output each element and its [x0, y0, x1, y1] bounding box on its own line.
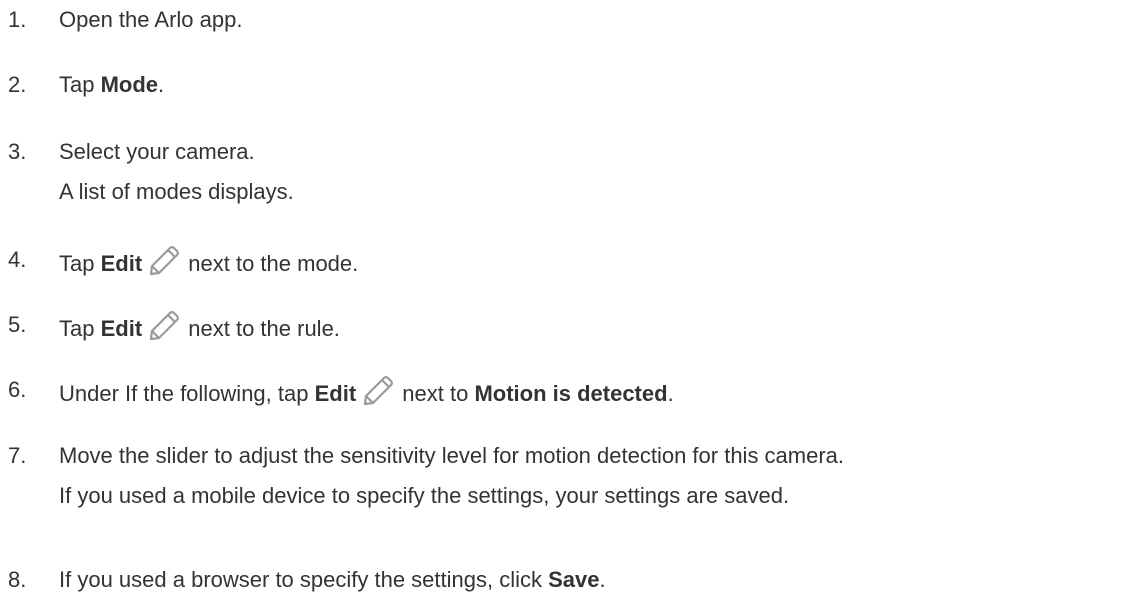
step-number: 5. — [8, 312, 27, 337]
ui-term-save: Save — [548, 567, 600, 592]
step-text-segment: Tap — [59, 316, 101, 341]
pencil-edit-icon — [360, 375, 394, 407]
step-text-segment: next to the rule. — [182, 316, 340, 341]
step-number: 4. — [8, 247, 27, 272]
step-text-segment: A list of modes displays. — [59, 179, 294, 204]
step-text: Select your camera. A list of modes disp… — [59, 137, 294, 207]
step-text-segment: next to — [396, 381, 475, 406]
step-line: Open the Arlo app. — [59, 5, 242, 35]
step-line: Tap Mode. — [59, 70, 164, 100]
ui-term-mode: Mode — [100, 72, 159, 97]
step-number: 2. — [8, 72, 27, 97]
ui-term-edit: Edit — [100, 316, 143, 341]
step-text-segment: Move the slider to adjust the sensitivit… — [59, 443, 845, 468]
step-text: Tap Edit next to the mode. — [59, 245, 358, 279]
step-line: Select your camera. — [59, 137, 294, 167]
step-text: Move the slider to adjust the sensitivit… — [59, 441, 844, 511]
step-line: Tap Edit next to the rule. — [59, 310, 340, 344]
step-text: Open the Arlo app. — [59, 5, 242, 35]
step-line: If you used a browser to specify the set… — [59, 565, 606, 595]
ui-term-motion-is-detected: Motion is detected — [474, 381, 668, 406]
step-line: Under If the following, tap Edit next to… — [59, 375, 674, 409]
step-result-line: If you used a mobile device to specify t… — [59, 481, 844, 511]
pencil-edit-icon — [146, 245, 180, 277]
step-text-segment: . — [599, 567, 606, 592]
step-number: 6. — [8, 377, 27, 402]
ui-term-edit: Edit — [314, 381, 357, 406]
step-text-segment: If you used a mobile device to specify t… — [59, 483, 790, 508]
step-text-segment: Select your camera. — [59, 139, 255, 164]
pencil-edit-icon — [146, 310, 180, 342]
step-line: Tap Edit next to the mode. — [59, 245, 358, 279]
ui-term-edit: Edit — [100, 251, 143, 276]
step-text: Tap Edit next to the rule. — [59, 310, 340, 344]
step-text: Tap Mode. — [59, 70, 164, 100]
step-line: Move the slider to adjust the sensitivit… — [59, 441, 844, 471]
step-result-line: A list of modes displays. — [59, 177, 294, 207]
step-text-segment: Tap — [59, 72, 101, 97]
step-number: 1. — [8, 7, 27, 32]
step-text-segment: Tap — [59, 251, 101, 276]
step-number: 7. — [8, 443, 27, 468]
step-number: 8. — [8, 567, 27, 592]
step-text-segment: If you used a browser to specify the set… — [59, 567, 549, 592]
step-text-segment: next to the mode. — [182, 251, 359, 276]
step-text-segment: . — [158, 72, 165, 97]
step-number: 3. — [8, 139, 27, 164]
step-text-segment: Under If the following, tap — [59, 381, 315, 406]
step-text: Under If the following, tap Edit next to… — [59, 375, 674, 409]
step-text-segment: Open the Arlo app. — [59, 7, 243, 32]
step-text: If you used a browser to specify the set… — [59, 565, 606, 595]
step-text-segment: . — [667, 381, 674, 406]
